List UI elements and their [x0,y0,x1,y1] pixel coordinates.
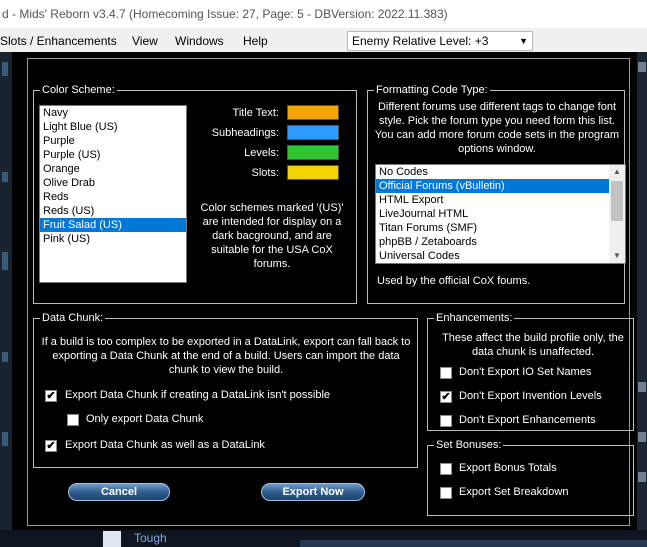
background-right-edge [637,52,647,530]
menu-slots-enhancements[interactable]: Slots / Enhancements [0,34,117,48]
background-power-row: Tough [0,530,647,547]
slots-swatch-label: Slots: [251,167,279,179]
enhancements-label: Enhancements: [434,312,515,325]
color-scheme-note: Color schemes marked '(US)' are intended… [200,202,344,270]
power-icon [103,531,121,547]
forum-option[interactable]: HTML Export [376,193,625,207]
color-scheme-option[interactable]: Light Blue (US) [40,120,186,134]
no-enhancements-checkbox[interactable] [440,415,452,427]
dialog-frame: Color Scheme: Navy Light Blue (US) Purpl… [27,58,634,526]
power-label-tough: Tough [134,531,167,545]
export-now-button[interactable]: Export Now [261,483,365,501]
forum-option[interactable]: No Codes [376,165,625,179]
only-data-chunk-checkbox[interactable] [67,414,79,426]
color-scheme-group: Color Scheme: Navy Light Blue (US) Purpl… [33,84,357,304]
enemy-level-dropdown[interactable]: Enemy Relative Level: +3 ▼ [347,31,533,51]
enemy-level-value: Enemy Relative Level: +3 [352,34,489,48]
cancel-button[interactable]: Cancel [68,483,170,501]
forum-selection-info: Used by the official CoX foums. [377,275,531,287]
color-scheme-option[interactable]: Orange [40,162,186,176]
export-dialog: Color Scheme: Navy Light Blue (US) Purpl… [12,52,637,530]
forum-option-selected[interactable]: Official Forums (vBulletin) [376,179,609,193]
also-data-chunk-label[interactable]: Export Data Chunk as well as a DataLink [65,439,265,452]
bonus-totals-checkbox[interactable] [440,463,452,475]
fallback-data-chunk-checkbox[interactable]: ✔ [45,390,57,402]
color-scheme-option[interactable]: Navy [40,106,186,120]
subheadings-swatch [287,125,339,140]
color-scheme-option[interactable]: Purple (US) [40,148,186,162]
menu-bar: Slots / Enhancements View Windows Help [0,28,647,52]
levels-swatch-label: Levels: [244,147,279,159]
forum-option[interactable]: phpBB / Zetaboards [376,235,625,249]
forum-code-list[interactable]: No Codes Official Forums (vBulletin) HTM… [375,164,626,264]
data-chunk-group: Data Chunk: If a build is too complex to… [33,312,418,468]
no-io-set-names-checkbox[interactable] [440,367,452,379]
set-bonuses-group: Set Bonuses: Export Bonus Totals Export … [427,439,634,516]
formatting-description: Different forums use different tags to c… [374,101,620,155]
color-scheme-option[interactable]: Reds (US) [40,204,186,218]
forum-list-scrollbar[interactable]: ▲ ▼ [609,165,625,263]
set-breakdown-label[interactable]: Export Set Breakdown [459,486,568,499]
color-scheme-option[interactable]: Reds [40,190,186,204]
title-text-swatch [287,105,339,120]
set-bonuses-label: Set Bonuses: [434,439,504,452]
color-scheme-option-selected[interactable]: Fruit Salad (US) [40,218,186,232]
chevron-down-icon: ▼ [519,36,528,46]
color-scheme-label: Color Scheme: [40,84,117,97]
enhancements-description: These affect the build profile only, the… [442,332,624,358]
no-enhancements-label[interactable]: Don't Export Enhancements [459,414,596,427]
also-data-chunk-checkbox[interactable]: ✔ [45,440,57,452]
no-invention-levels-checkbox[interactable]: ✔ [440,391,452,403]
color-scheme-option[interactable]: Purple [40,134,186,148]
forum-option[interactable]: Universal Codes [376,249,625,263]
color-scheme-option[interactable]: Pink (US) [40,232,186,246]
title-text-swatch-label: Title Text: [232,107,279,119]
color-scheme-list[interactable]: Navy Light Blue (US) Purple Purple (US) … [39,105,187,283]
fallback-data-chunk-label[interactable]: Export Data Chunk if creating a DataLink… [65,389,330,402]
scroll-up-icon[interactable]: ▲ [609,165,625,179]
only-data-chunk-label[interactable]: Only export Data Chunk [86,413,203,426]
background-left-edge [0,52,12,547]
formatting-code-label: Formatting Code Type: [374,84,490,97]
forum-option[interactable]: Titan Forums (SMF) [376,221,625,235]
set-breakdown-checkbox[interactable] [440,487,452,499]
menu-help[interactable]: Help [243,34,268,48]
color-scheme-option[interactable]: Olive Drab [40,176,186,190]
subheadings-swatch-label: Subheadings: [211,127,279,139]
forum-option[interactable]: LiveJournal HTML [376,207,625,221]
slots-swatch [287,165,339,180]
no-invention-levels-label[interactable]: Don't Export Invention Levels [459,390,602,403]
enhancements-group: Enhancements: These affect the build pro… [427,312,634,431]
levels-swatch [287,145,339,160]
menu-windows[interactable]: Windows [175,34,224,48]
menu-view[interactable]: View [132,34,158,48]
formatting-code-group: Formatting Code Type: Different forums u… [367,84,626,304]
data-chunk-description: If a build is too complex to be exported… [41,336,411,376]
no-io-set-names-label[interactable]: Don't Export IO Set Names [459,366,591,379]
scroll-down-icon[interactable]: ▼ [609,249,625,263]
scroll-thumb[interactable] [611,181,623,221]
window-title: d - Mids' Reborn v3.4.7 (Homecoming Issu… [0,0,647,28]
bonus-totals-label[interactable]: Export Bonus Totals [459,462,557,475]
data-chunk-label: Data Chunk: [40,312,106,325]
